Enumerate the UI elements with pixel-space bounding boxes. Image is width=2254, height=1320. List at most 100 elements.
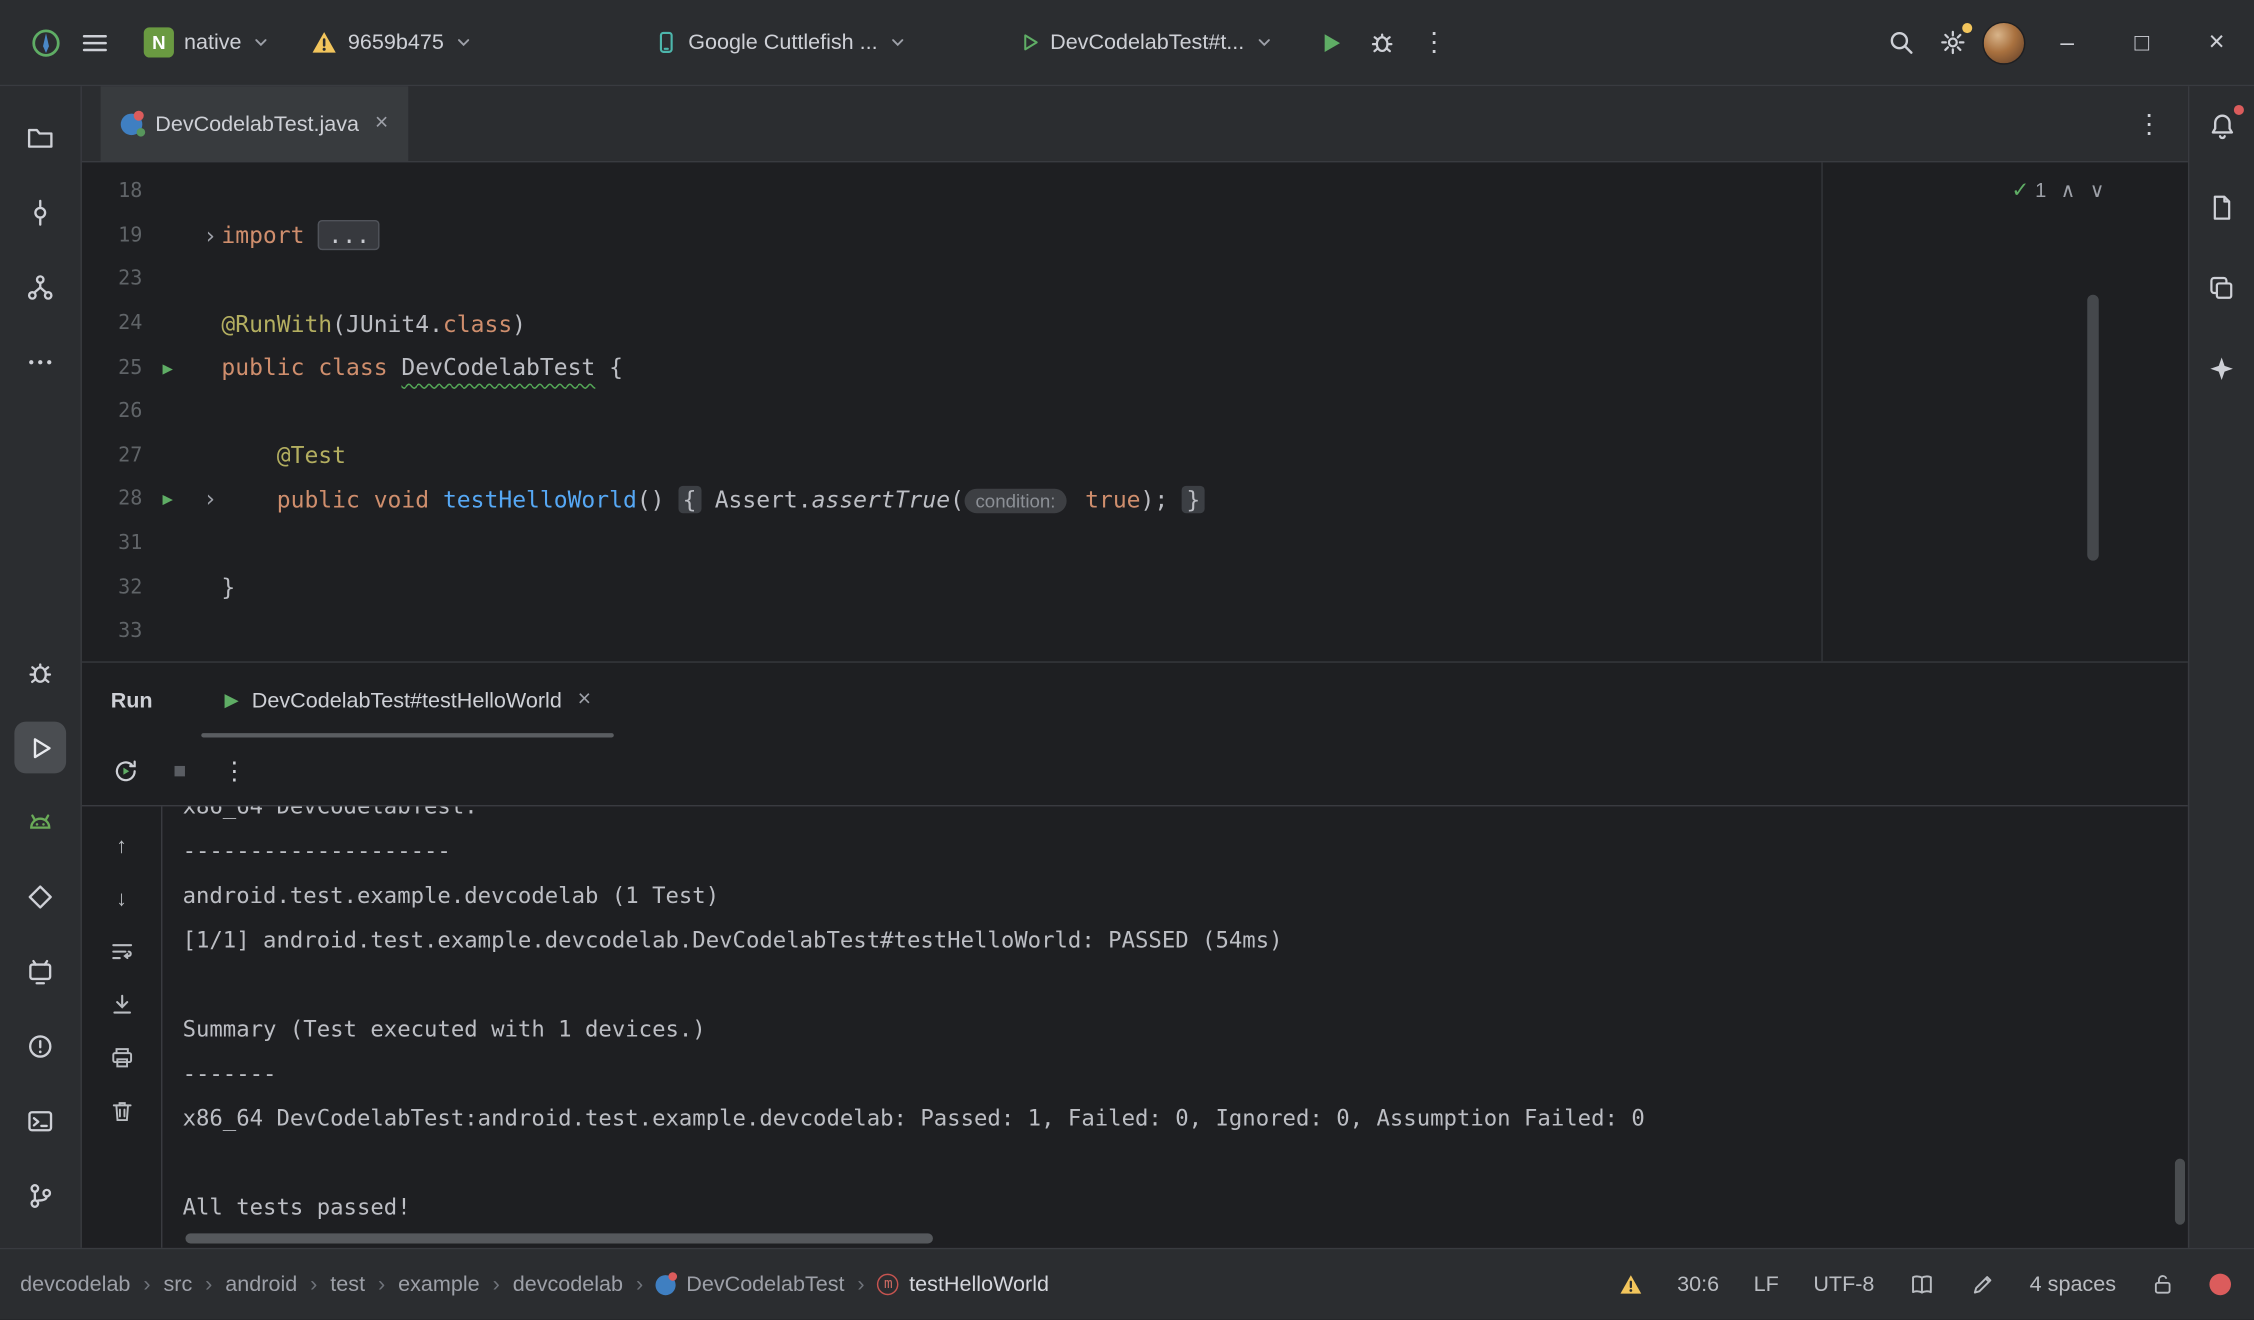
- run-tab[interactable]: ▶ DevCodelabTest#testHelloWorld ×: [207, 663, 608, 738]
- maximize-button[interactable]: □: [2105, 0, 2180, 86]
- run-tab-close-icon[interactable]: ×: [578, 687, 591, 713]
- scroll-to-end-button[interactable]: [100, 983, 143, 1026]
- running-devices-tool-button[interactable]: [14, 946, 66, 998]
- minimize-button[interactable]: –: [2030, 0, 2105, 86]
- breadcrumb-item[interactable]: src: [163, 1272, 192, 1296]
- search-everywhere-button[interactable]: [1875, 17, 1927, 69]
- close-button[interactable]: ×: [2179, 0, 2254, 86]
- code-line[interactable]: 19›import ...: [82, 214, 2188, 258]
- code-line[interactable]: 25▶public class DevCodelabTest {: [82, 346, 2188, 390]
- breadcrumb-separator: ›: [205, 1272, 212, 1296]
- breadcrumb-item[interactable]: android: [225, 1272, 297, 1296]
- diamond-icon: [26, 883, 55, 912]
- prev-problem-icon[interactable]: ∧: [2061, 178, 2076, 202]
- console-horizontal-scrollbar[interactable]: [185, 1233, 933, 1243]
- line-number: 33: [82, 620, 148, 643]
- code-line[interactable]: 32}: [82, 565, 2188, 609]
- breadcrumb-separator: ›: [143, 1272, 150, 1296]
- file-encoding[interactable]: UTF-8: [1813, 1272, 1874, 1296]
- debug-tool-button[interactable]: [14, 647, 66, 699]
- fold-arrow-icon[interactable]: ›: [203, 222, 217, 249]
- app-quality-insights-tool-button[interactable]: [14, 871, 66, 923]
- project-selector[interactable]: N native: [132, 17, 282, 69]
- chevron-down-icon: [252, 33, 271, 52]
- editor-scrollbar[interactable]: [2087, 295, 2099, 561]
- next-occurrence-button[interactable]: ↓: [100, 877, 143, 920]
- code-line[interactable]: 28▶› public void testHelloWorld() { Asse…: [82, 477, 2188, 521]
- user-avatar[interactable]: [1978, 17, 2030, 69]
- code-line[interactable]: 27 @Test: [82, 433, 2188, 477]
- build-variants-button[interactable]: [2196, 262, 2248, 314]
- run-button[interactable]: [1305, 17, 1357, 69]
- project-icon: N: [144, 27, 174, 57]
- editor-code: 1819›import ...2324@RunWith(JUnit4.class…: [82, 170, 2188, 654]
- red-dot-icon: [2209, 1274, 2231, 1296]
- more-tools-button[interactable]: [14, 336, 66, 388]
- trash-icon: [109, 1098, 135, 1124]
- code-line[interactable]: 31: [82, 521, 2188, 565]
- settings-button[interactable]: [1926, 17, 1978, 69]
- debug-button[interactable]: [1356, 17, 1408, 69]
- device-selector[interactable]: Google Cuttlefish ...: [642, 17, 918, 69]
- prev-occurrence-button[interactable]: ↑: [100, 824, 143, 867]
- breadcrumb-item[interactable]: DevCodelabTest: [656, 1272, 844, 1296]
- run-console-area: ↑ ↓: [82, 806, 2188, 1247]
- line-separator[interactable]: LF: [1754, 1272, 1779, 1296]
- breadcrumb-separator: ›: [310, 1272, 317, 1296]
- editor-tab-bar: DevCodelabTest.java × ⋮: [82, 86, 2188, 162]
- write-access-button[interactable]: [2151, 1272, 2175, 1296]
- version-control-tool-button[interactable]: [14, 1170, 66, 1222]
- clear-console-button[interactable]: [100, 1090, 143, 1133]
- inspections-widget[interactable]: ✓ 1 ∧ ∨: [2011, 177, 2104, 203]
- run-configuration-selector[interactable]: DevCodelabTest#t...: [1007, 17, 1285, 69]
- code-line[interactable]: 18: [82, 170, 2188, 214]
- indent-setting[interactable]: 4 spaces: [2030, 1272, 2116, 1296]
- breadcrumb-item[interactable]: devcodelab: [513, 1272, 623, 1296]
- main-menu-button[interactable]: [69, 17, 121, 69]
- pull-requests-tool-button[interactable]: [14, 262, 66, 314]
- run-test-gutter-icon[interactable]: ▶: [162, 489, 172, 509]
- hierarchy-icon: [26, 273, 55, 302]
- vcs-branch-selector[interactable]: 9659b475: [299, 17, 484, 69]
- highlighting-level-button[interactable]: [1969, 1271, 1995, 1297]
- notifications-button[interactable]: [2196, 101, 2248, 153]
- problems-tool-button[interactable]: [14, 1021, 66, 1073]
- code-line[interactable]: 24@RunWith(JUnit4.class): [82, 302, 2188, 346]
- stop-button[interactable]: ■: [157, 748, 203, 794]
- code-line[interactable]: 26: [82, 390, 2188, 434]
- tab-close-icon[interactable]: ×: [375, 111, 388, 137]
- device-manager-tool-button[interactable]: [14, 796, 66, 848]
- editor-tab[interactable]: DevCodelabTest.java ×: [101, 86, 409, 161]
- code-editor[interactable]: 1819›import ...2324@RunWith(JUnit4.class…: [82, 162, 2188, 661]
- project-tool-button[interactable]: [14, 112, 66, 164]
- console-line: [183, 963, 2188, 1008]
- status-error-indicator[interactable]: [2209, 1274, 2231, 1296]
- commit-tool-button[interactable]: [14, 187, 66, 239]
- gemini-button[interactable]: [2196, 342, 2248, 394]
- cursor-position[interactable]: 30:6: [1677, 1272, 1719, 1296]
- more-actions-kebab[interactable]: ⋮: [1408, 17, 1460, 69]
- breadcrumb-item[interactable]: mtestHelloWorld: [878, 1272, 1049, 1296]
- run-tool-button[interactable]: [14, 722, 66, 774]
- breadcrumb-item[interactable]: test: [330, 1272, 365, 1296]
- code-line[interactable]: 33: [82, 609, 2188, 653]
- fold-arrow-icon[interactable]: ›: [203, 486, 217, 513]
- terminal-icon: [26, 1107, 55, 1136]
- rerun-button[interactable]: [102, 748, 148, 794]
- console-viewport[interactable]: x86_64 DevCodelabTest:------------------…: [162, 806, 2187, 1247]
- device-explorer-button[interactable]: [2196, 181, 2248, 233]
- warning-icon: [311, 29, 338, 56]
- editor-options-kebab[interactable]: ⋮: [2110, 86, 2188, 161]
- terminal-tool-button[interactable]: [14, 1095, 66, 1147]
- soft-wrap-button[interactable]: [100, 930, 143, 973]
- breadcrumb-item[interactable]: example: [398, 1272, 480, 1296]
- print-button[interactable]: [100, 1036, 143, 1079]
- problems-widget[interactable]: [1618, 1272, 1642, 1296]
- breadcrumb-item[interactable]: devcodelab: [20, 1272, 130, 1296]
- console-vertical-scrollbar[interactable]: [2175, 1159, 2185, 1225]
- run-options-kebab[interactable]: ⋮: [211, 748, 257, 794]
- reader-mode-button[interactable]: [1909, 1271, 1935, 1297]
- next-problem-icon[interactable]: ∨: [2090, 178, 2105, 202]
- code-line[interactable]: 23: [82, 258, 2188, 302]
- run-test-gutter-icon[interactable]: ▶: [162, 357, 172, 377]
